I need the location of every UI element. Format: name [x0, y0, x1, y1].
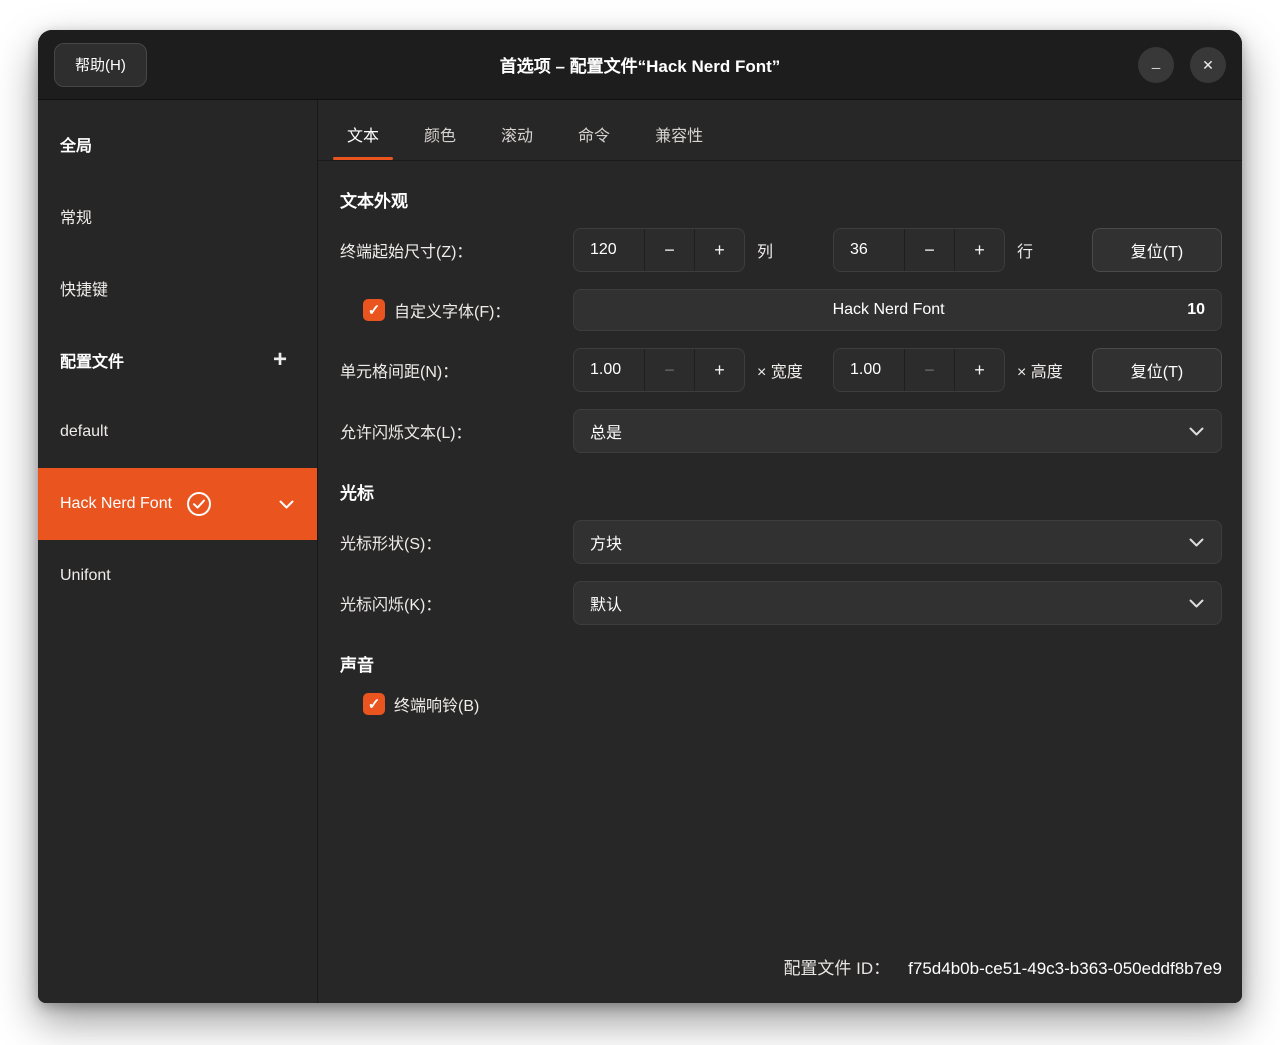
sidebar-item-general[interactable]: 常规 — [38, 180, 317, 252]
rows-unit-label: 行 — [1017, 238, 1092, 262]
cell-height-increase-button[interactable]: + — [954, 349, 1004, 391]
checkbox-check-icon: ✓ — [368, 303, 381, 318]
sidebar-header-global: 全局 — [38, 108, 317, 180]
section-header-text-appearance: 文本外观 — [340, 187, 1222, 212]
rows-decrease-button[interactable]: − — [904, 229, 954, 271]
cell-height-value[interactable]: 1.00 — [834, 349, 904, 391]
profile-menu-chevron-icon[interactable] — [278, 499, 295, 510]
minimize-button[interactable]: ─ — [1138, 47, 1174, 83]
checkbox-check-icon: ✓ — [368, 697, 381, 712]
cursor-blink-dropdown[interactable]: 默认 — [573, 581, 1222, 625]
profile-id-row: 配置文件 ID： f75d4b0b-ce51-49c3-b363-050eddf… — [783, 954, 1222, 979]
sidebar: 全局 常规 快捷键 配置文件 + default Hack Nerd Font — [38, 100, 318, 1003]
minus-icon: − — [924, 240, 935, 261]
columns-spinner: 120 − + — [573, 228, 745, 272]
minus-icon: − — [664, 240, 675, 261]
blinking-text-label: 允许闪烁文本(L)： — [340, 419, 573, 443]
row-cell-spacing: 单元格间距(N)： 1.00 − + × 宽度 1.00 − — [340, 348, 1222, 392]
help-button[interactable]: 帮助(H) — [54, 43, 147, 87]
cell-width-value[interactable]: 1.00 — [574, 349, 644, 391]
font-size-value: 10 — [1187, 301, 1205, 319]
columns-increase-button[interactable]: + — [694, 229, 744, 271]
sidebar-item-shortcuts[interactable]: 快捷键 — [38, 252, 317, 324]
sidebar-item-profile-default[interactable]: default — [38, 396, 317, 468]
chevron-down-icon — [1188, 537, 1205, 548]
custom-font-label: 自定义字体(F)： — [394, 298, 510, 322]
cell-height-spinner: 1.00 − + — [833, 348, 1005, 392]
terminal-size-label: 终端起始尺寸(Z)： — [340, 238, 573, 262]
custom-font-label-group: ✓ 自定义字体(F)： — [340, 298, 573, 322]
cell-width-spinner: 1.00 − + — [573, 348, 745, 392]
minus-icon: − — [664, 360, 675, 381]
tab-scrolling[interactable]: 滚动 — [487, 110, 547, 160]
columns-decrease-button[interactable]: − — [644, 229, 694, 271]
close-button[interactable]: ✕ — [1190, 47, 1226, 83]
titlebar: 帮助(H) 首选项 – 配置文件“Hack Nerd Font” ─ ✕ — [38, 30, 1242, 100]
terminal-bell-checkbox[interactable]: ✓ — [363, 693, 385, 715]
cell-height-decrease-button[interactable]: − — [904, 349, 954, 391]
columns-unit-label: 列 — [757, 238, 833, 262]
cell-width-decrease-button[interactable]: − — [644, 349, 694, 391]
custom-font-checkbox[interactable]: ✓ — [363, 299, 385, 321]
profile-id-value: f75d4b0b-ce51-49c3-b363-050eddf8b7e9 — [908, 959, 1222, 979]
cursor-shape-dropdown[interactable]: 方块 — [573, 520, 1222, 564]
add-profile-button[interactable]: + — [265, 345, 295, 375]
blinking-text-dropdown[interactable]: 总是 — [573, 409, 1222, 453]
profile-id-label: 配置文件 ID： — [783, 954, 890, 979]
cell-width-unit-label: × 宽度 — [757, 358, 833, 382]
minus-icon: − — [924, 360, 935, 381]
plus-icon: + — [714, 240, 725, 261]
sidebar-item-profile-unifont[interactable]: Unifont — [38, 540, 317, 612]
sidebar-item-profile-hack-nerd-font[interactable]: Hack Nerd Font — [38, 468, 317, 540]
plus-icon: + — [273, 348, 287, 372]
size-reset-button[interactable]: 复位(T) — [1092, 228, 1222, 272]
plus-icon: + — [714, 360, 725, 381]
row-terminal-size: 终端起始尺寸(Z)： 120 − + 列 36 − — [340, 228, 1222, 272]
tab-colors[interactable]: 颜色 — [410, 110, 470, 160]
spacing-reset-button[interactable]: 复位(T) — [1092, 348, 1222, 392]
cell-spacing-label: 单元格间距(N)： — [340, 358, 573, 382]
row-terminal-bell: ✓ 终端响铃(B) — [340, 692, 1222, 716]
row-custom-font: ✓ 自定义字体(F)： Hack Nerd Font 10 — [340, 289, 1222, 331]
font-chooser-button[interactable]: Hack Nerd Font 10 — [573, 289, 1222, 331]
blinking-text-value: 总是 — [590, 419, 622, 443]
cursor-blink-label: 光标闪烁(K)： — [340, 591, 573, 615]
font-name-value: Hack Nerd Font — [590, 301, 1187, 319]
terminal-bell-label: 终端响铃(B) — [394, 692, 479, 716]
preferences-window: 帮助(H) 首选项 – 配置文件“Hack Nerd Font” ─ ✕ 全局 … — [38, 30, 1242, 1003]
plus-icon: + — [974, 240, 985, 261]
section-header-cursor: 光标 — [340, 479, 1222, 504]
minimize-icon: ─ — [1152, 62, 1161, 74]
rows-value[interactable]: 36 — [834, 229, 904, 271]
cursor-blink-value: 默认 — [590, 591, 622, 615]
row-cursor-shape: 光标形状(S)： 方块 — [340, 520, 1222, 564]
plus-icon: + — [974, 360, 985, 381]
window-controls: ─ ✕ — [1138, 47, 1226, 83]
tab-strip: 文本 颜色 滚动 命令 兼容性 — [318, 100, 1242, 161]
tab-command[interactable]: 命令 — [564, 110, 624, 160]
rows-increase-button[interactable]: + — [954, 229, 1004, 271]
chevron-down-icon — [1188, 426, 1205, 437]
window-body: 全局 常规 快捷键 配置文件 + default Hack Nerd Font — [38, 100, 1242, 1003]
columns-value[interactable]: 120 — [574, 229, 644, 271]
row-blinking-text: 允许闪烁文本(L)： 总是 — [340, 409, 1222, 453]
chevron-down-icon — [1188, 598, 1205, 609]
cursor-shape-label: 光标形状(S)： — [340, 530, 573, 554]
sidebar-header-profiles: 配置文件 + — [38, 324, 317, 396]
tab-compatibility[interactable]: 兼容性 — [641, 110, 717, 160]
cell-height-unit-label: × 高度 — [1017, 358, 1092, 382]
close-icon: ✕ — [1202, 58, 1214, 72]
cursor-shape-value: 方块 — [590, 530, 622, 554]
content-pane: 文本 颜色 滚动 命令 兼容性 文本外观 终端起始尺寸(Z)： 120 − + — [318, 100, 1242, 1003]
rows-spinner: 36 − + — [833, 228, 1005, 272]
row-cursor-blink: 光标闪烁(K)： 默认 — [340, 581, 1222, 625]
window-title: 首选项 – 配置文件“Hack Nerd Font” — [38, 52, 1242, 77]
section-header-sound: 声音 — [340, 651, 1222, 676]
profile-active-check-icon — [186, 491, 212, 517]
cell-width-increase-button[interactable]: + — [694, 349, 744, 391]
tab-text[interactable]: 文本 — [333, 110, 393, 160]
